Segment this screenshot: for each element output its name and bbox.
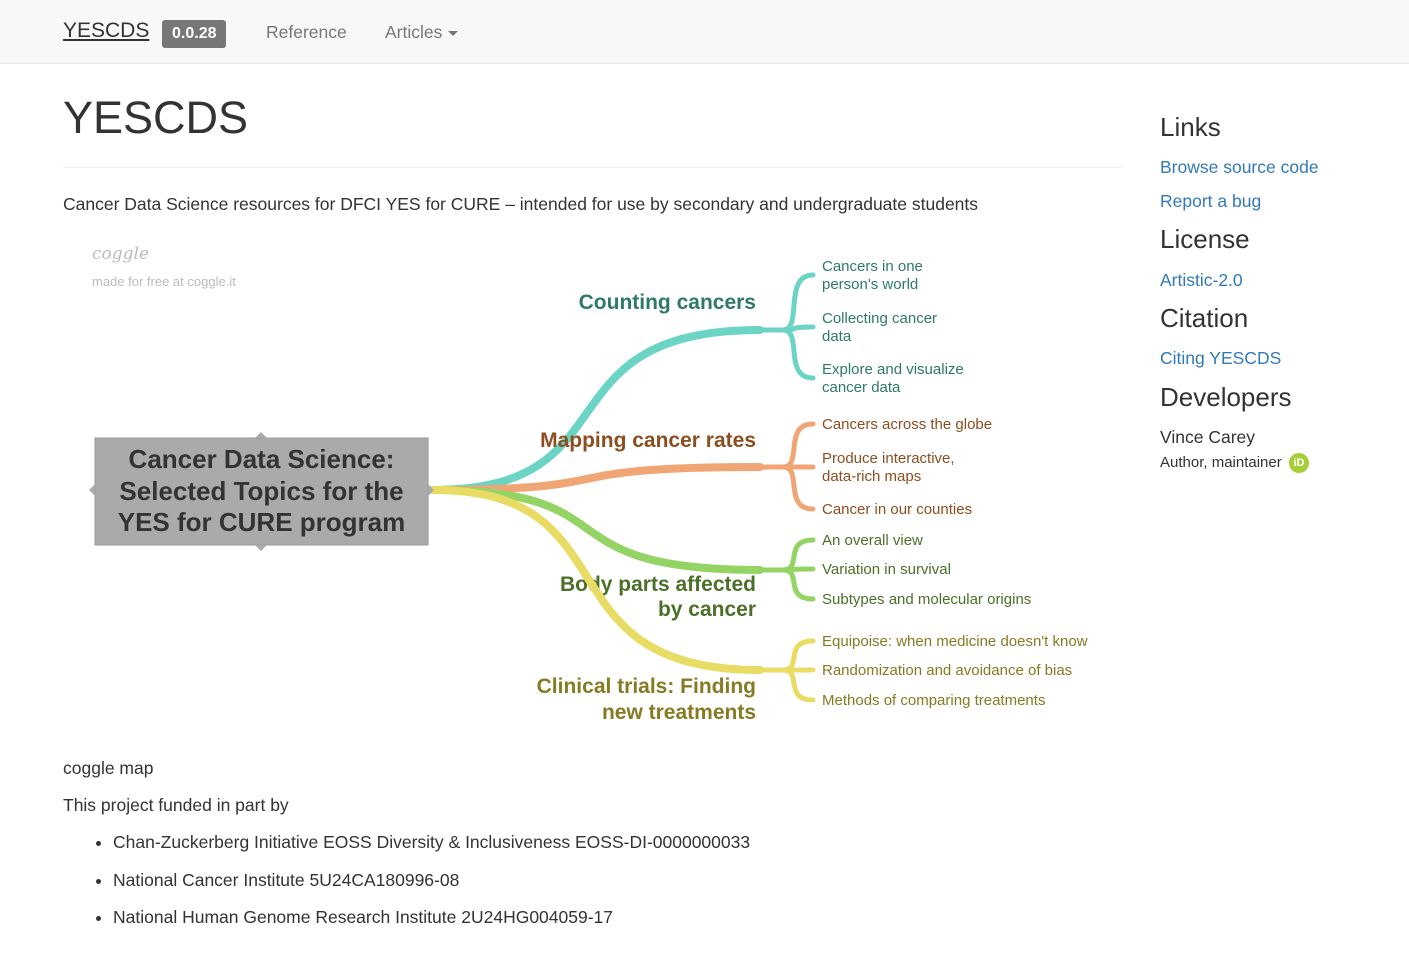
leaf-connector — [757, 421, 816, 470]
mindmap-branches: Cancers in one person's world Collecting c… — [429, 258, 1088, 724]
leaf-label-line: Subtypes and molecular origins — [822, 591, 1031, 608]
leaf-label-line: cancer data — [822, 379, 901, 396]
leaf-label: Equipoise: when medicine doesn't know — [822, 633, 1088, 650]
leaf-connector — [757, 567, 816, 602]
developer-name: Vince Carey — [1160, 427, 1256, 447]
branch-title: new treatments — [602, 701, 756, 724]
branch-title: by cancer — [658, 598, 756, 621]
branch-title: Clinical trials: Finding — [537, 675, 756, 698]
nav-articles-dropdown[interactable]: Articles — [385, 22, 459, 43]
leaf-label-line: Cancers across the globe — [822, 416, 992, 433]
leaf-label-line: Explore and visualize — [822, 361, 964, 378]
root-label: Cancer Data Science: — [129, 444, 395, 474]
leaf-label-line: Methods of comparing treatments — [822, 692, 1045, 709]
leaf-label: Randomization and avoidance of bias — [822, 662, 1072, 679]
version-badge: 0.0.28 — [162, 20, 227, 48]
leaf-connector — [757, 537, 816, 573]
branch-title: Mapping cancer rates — [540, 429, 756, 452]
citing-link[interactable]: Citing YESCDS — [1160, 348, 1281, 369]
funding-list: Chan-Zuckerberg Initiative EOSS Diversit… — [63, 830, 750, 943]
leaf-label-line: Collecting cancer — [822, 310, 937, 327]
brand-link[interactable]: YESCDS — [63, 19, 149, 43]
nav-articles-label: Articles — [385, 22, 443, 42]
links-heading: Links — [1160, 112, 1221, 142]
leaf-connector — [757, 327, 816, 381]
coggle-mindmap[interactable]: Cancers in one person's world Collecting c… — [63, 225, 1123, 750]
leaf-label: Subtypes and molecular origins — [822, 591, 1031, 608]
leaf-label-line: data-rich maps — [822, 468, 921, 485]
leaf-label-line: person's world — [822, 276, 918, 293]
leaf-label-line: An overall view — [822, 532, 923, 549]
root-handle-top — [255, 432, 267, 438]
navbar: YESCDS 0.0.28 Reference Articles — [0, 0, 1409, 64]
branch-title: Counting cancers — [579, 291, 756, 314]
page-description: Cancer Data Science resources for DFCI Y… — [63, 194, 979, 214]
leaf-label-line: Cancers in one — [822, 258, 923, 275]
developer-role: Author, maintainer — [1160, 454, 1282, 471]
citation-heading: Citation — [1160, 303, 1249, 333]
leaf-label: Explore and visualize cancer data — [822, 361, 964, 396]
leaf-connector — [757, 464, 816, 512]
leaf-label: Cancers in one person's world — [822, 258, 923, 293]
leaf-connector — [757, 272, 816, 333]
leaf-connector — [757, 638, 816, 673]
mindmap-root-node: Cancer Data Science:Selected Topics for … — [89, 432, 434, 551]
coggle-made-for-free[interactable]: made for free at coggle.it — [92, 274, 236, 289]
browse-source-link[interactable]: Browse source code — [1160, 157, 1319, 178]
title-divider — [63, 167, 1122, 168]
leaf-label: An overall view — [822, 532, 923, 549]
leaf-label-line: Variation in survival — [822, 561, 951, 578]
leaf-label-line: Cancer in our counties — [822, 501, 972, 518]
root-handle-left — [89, 484, 95, 496]
leaf-label: Produce interactive, data-rich maps — [822, 450, 955, 485]
funding-intro: This project funded in part by — [63, 795, 289, 815]
orcid-icon[interactable]: iD — [1289, 453, 1309, 473]
leaf-label: Methods of comparing treatments — [822, 692, 1045, 709]
license-link[interactable]: Artistic-2.0 — [1160, 270, 1243, 291]
coggle-logo[interactable]: coggle — [92, 244, 149, 264]
root-handle-bottom — [255, 545, 267, 551]
nav-reference-link[interactable]: Reference — [266, 22, 347, 43]
report-bug-link[interactable]: Report a bug — [1160, 191, 1261, 212]
branch-connector — [429, 486, 764, 574]
funding-item: Chan-Zuckerberg Initiative EOSS Diversit… — [113, 830, 750, 868]
leaf-label-line: Randomization and avoidance of bias — [822, 662, 1072, 679]
license-heading: License — [1160, 224, 1250, 254]
caret-down-icon — [448, 30, 459, 36]
root-label: YES for CURE program — [118, 507, 406, 537]
leaf-label: Cancer in our counties — [822, 501, 972, 518]
funding-item: National Cancer Institute 5U24CA180996-0… — [113, 868, 750, 906]
leaf-connector — [757, 667, 816, 703]
root-handle-right — [428, 484, 434, 496]
leaf-label-line: Equipoise: when medicine doesn't know — [822, 633, 1088, 650]
funding-item: National Human Genome Research Institute… — [113, 905, 750, 943]
coggle-caption: coggle map — [63, 758, 154, 778]
root-label: Selected Topics for the — [119, 476, 403, 506]
leaf-label: Variation in survival — [822, 561, 951, 578]
leaf-label-line: data — [822, 328, 852, 345]
leaf-label: Cancers across the globe — [822, 416, 992, 433]
developers-heading: Developers — [1160, 382, 1292, 412]
leaf-label: Collecting cancer data — [822, 310, 937, 345]
page-title: YESCDS — [63, 92, 249, 143]
leaf-label-line: Produce interactive, — [822, 450, 955, 467]
branch-connector — [429, 463, 764, 494]
